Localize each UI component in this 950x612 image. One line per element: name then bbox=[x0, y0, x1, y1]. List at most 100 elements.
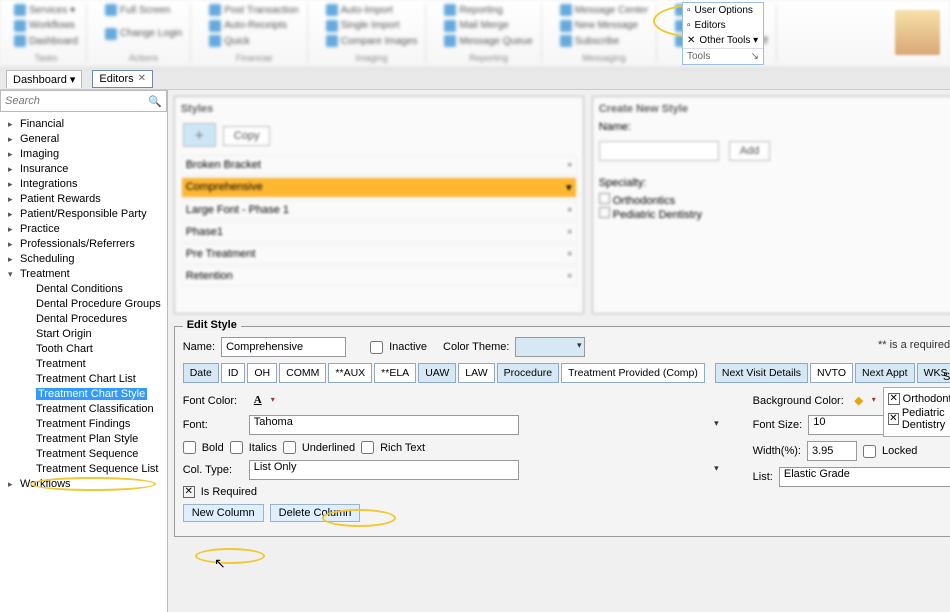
inactive-checkbox[interactable] bbox=[370, 341, 383, 354]
delete-column-button[interactable]: Delete Column bbox=[270, 504, 361, 522]
tools-footer: Tools↘ bbox=[683, 48, 763, 64]
nav-patient-rewards[interactable]: Patient Rewards bbox=[2, 191, 165, 206]
nav-financial[interactable]: Financial bbox=[2, 116, 165, 131]
tools-menu[interactable]: ▫User Options ▫Editors ✕Other Tools ▾ To… bbox=[682, 2, 764, 65]
new-style-button[interactable]: ＋ bbox=[183, 123, 216, 147]
style-item-selected[interactable]: Comprehensive▾ bbox=[181, 177, 577, 198]
new-column-button[interactable]: New Column bbox=[183, 504, 264, 522]
create-sp2[interactable]: Pediatric Dentistry bbox=[613, 209, 702, 221]
col-treatment-provided[interactable]: Treatment Provided (Comp) bbox=[561, 363, 705, 383]
italics-label: Italics bbox=[249, 442, 277, 454]
nav-insurance[interactable]: Insurance bbox=[2, 161, 165, 176]
col-comm[interactable]: COMM bbox=[279, 363, 326, 383]
specialty-label: Specialty: bbox=[599, 177, 950, 189]
coltype-label: Col. Type: bbox=[183, 464, 243, 476]
specialty-pediatric[interactable]: ✕Pediatric Dentistry bbox=[888, 406, 950, 432]
nav-treatment-sub[interactable]: Treatment bbox=[2, 356, 165, 371]
col-ela[interactable]: **ELA bbox=[374, 363, 416, 383]
font-select[interactable]: Tahoma bbox=[249, 415, 723, 435]
italics-checkbox[interactable] bbox=[230, 441, 243, 454]
col-id[interactable]: ID bbox=[221, 363, 246, 383]
styles-panel: Styles ＋ Copy Broken Bracket▫ Comprehens… bbox=[174, 96, 584, 314]
ribbon: Services ▾WorkflowsDashboardTasks Full S… bbox=[0, 0, 950, 68]
search-input[interactable] bbox=[5, 95, 148, 107]
edit-style-panel: Edit Style ** is a required column Name:… bbox=[174, 326, 950, 537]
bgcolor-label: Background Color: bbox=[753, 395, 844, 407]
col-nvto[interactable]: NVTO bbox=[810, 363, 853, 383]
nav-tree[interactable]: Financial General Imaging Insurance Inte… bbox=[0, 112, 167, 612]
create-sp1[interactable]: Orthodontics bbox=[613, 195, 675, 207]
nav-scheduling[interactable]: Scheduling bbox=[2, 251, 165, 266]
search-icon[interactable]: 🔍 bbox=[148, 95, 162, 108]
font-color-icon[interactable]: A bbox=[249, 393, 267, 409]
tab-editors[interactable]: Editors✕ bbox=[92, 70, 153, 88]
nav-treatment-findings[interactable]: Treatment Findings bbox=[2, 416, 165, 431]
fontsize-label: Font Size: bbox=[753, 419, 803, 431]
nav-treatment-plan-style[interactable]: Treatment Plan Style bbox=[2, 431, 165, 446]
nav-dental-conditions[interactable]: Dental Conditions bbox=[2, 281, 165, 296]
tab-dashboard[interactable]: Dashboard ▾ bbox=[6, 70, 82, 88]
underlined-checkbox[interactable] bbox=[283, 441, 296, 454]
close-icon[interactable]: ✕ bbox=[138, 73, 146, 84]
coltype-select[interactable]: List Only bbox=[249, 460, 723, 480]
nav-professionals[interactable]: Professionals/Referrers bbox=[2, 236, 165, 251]
copy-style-button[interactable]: Copy bbox=[223, 126, 271, 146]
col-aux[interactable]: **AUX bbox=[328, 363, 372, 383]
nav-start-origin[interactable]: Start Origin bbox=[2, 326, 165, 341]
col-procedure[interactable]: Procedure bbox=[497, 363, 559, 383]
col-next-visit[interactable]: Next Visit Details bbox=[715, 363, 808, 383]
nav-dental-proc-groups[interactable]: Dental Procedure Groups bbox=[2, 296, 165, 311]
isrequired-checkbox[interactable]: ✕ bbox=[183, 486, 195, 498]
nav-practice[interactable]: Practice bbox=[2, 221, 165, 236]
style-item[interactable]: Broken Bracket▫ bbox=[181, 155, 577, 175]
dropdown-icon[interactable]: ▾ bbox=[872, 395, 876, 404]
specialty-box: ✕Orthodontics ✕Pediatric Dentistry bbox=[883, 387, 950, 437]
col-next-appt[interactable]: Next Appt bbox=[855, 363, 915, 383]
nav-treatment[interactable]: Treatment bbox=[2, 266, 165, 281]
rich-label: Rich Text bbox=[380, 442, 425, 454]
nav-tooth-chart[interactable]: Tooth Chart bbox=[2, 341, 165, 356]
style-item[interactable]: Phase1▫ bbox=[181, 222, 577, 242]
bg-color-icon[interactable]: ◆ bbox=[850, 393, 868, 409]
specialty-ortho[interactable]: ✕Orthodontics bbox=[888, 392, 950, 406]
locked-checkbox[interactable] bbox=[863, 445, 876, 458]
style-item[interactable]: Large Font - Phase 1▫ bbox=[181, 200, 577, 220]
bold-checkbox[interactable] bbox=[183, 441, 196, 454]
new-style-name-input[interactable] bbox=[599, 141, 719, 161]
styles-title: Styles bbox=[181, 103, 577, 115]
col-date[interactable]: Date bbox=[183, 363, 219, 383]
name-label: Name: bbox=[183, 341, 215, 353]
search-box[interactable]: 🔍 bbox=[0, 90, 167, 112]
nav-patient-resp[interactable]: Patient/Responsible Party bbox=[2, 206, 165, 221]
nav-general[interactable]: General bbox=[2, 131, 165, 146]
nav-treatment-sequence[interactable]: Treatment Sequence bbox=[2, 446, 165, 461]
style-item[interactable]: Pre Treatment▫ bbox=[181, 244, 577, 264]
nav-treatment-chart-list[interactable]: Treatment Chart List bbox=[2, 371, 165, 386]
nav-treatment-classification[interactable]: Treatment Classification bbox=[2, 401, 165, 416]
col-uaw[interactable]: UAW bbox=[418, 363, 456, 383]
nav-dental-procedures[interactable]: Dental Procedures bbox=[2, 311, 165, 326]
dropdown-icon[interactable]: ▾ bbox=[271, 395, 275, 404]
name-input[interactable] bbox=[221, 337, 346, 357]
col-law[interactable]: LAW bbox=[458, 363, 494, 383]
bold-label: Bold bbox=[202, 442, 224, 454]
underlined-label: Underlined bbox=[302, 442, 355, 454]
richtext-checkbox[interactable] bbox=[361, 441, 374, 454]
other-tools-item[interactable]: ✕Other Tools ▾ bbox=[683, 33, 763, 48]
color-theme-select[interactable] bbox=[515, 337, 585, 357]
nav-imaging[interactable]: Imaging bbox=[2, 146, 165, 161]
inactive-label: Inactive bbox=[389, 341, 427, 353]
column-tabs[interactable]: Date ID OH COMM **AUX **ELA UAW LAW Proc… bbox=[183, 363, 950, 383]
add-button[interactable]: Add bbox=[729, 141, 771, 161]
style-item[interactable]: Retention▫ bbox=[181, 266, 577, 286]
create-title: Create New Style bbox=[599, 103, 950, 115]
col-oh[interactable]: OH bbox=[247, 363, 277, 383]
nav-integrations[interactable]: Integrations bbox=[2, 176, 165, 191]
editors-item[interactable]: ▫Editors bbox=[683, 18, 763, 33]
width-input[interactable] bbox=[807, 441, 857, 461]
nav-workflows[interactable]: Workflows bbox=[2, 476, 165, 491]
nav-treatment-sequence-list[interactable]: Treatment Sequence List bbox=[2, 461, 165, 476]
nav-treatment-chart-style[interactable]: Treatment Chart Style bbox=[2, 386, 165, 401]
list-select[interactable]: Elastic Grade bbox=[779, 467, 950, 487]
user-options-item[interactable]: ▫User Options bbox=[683, 3, 763, 18]
